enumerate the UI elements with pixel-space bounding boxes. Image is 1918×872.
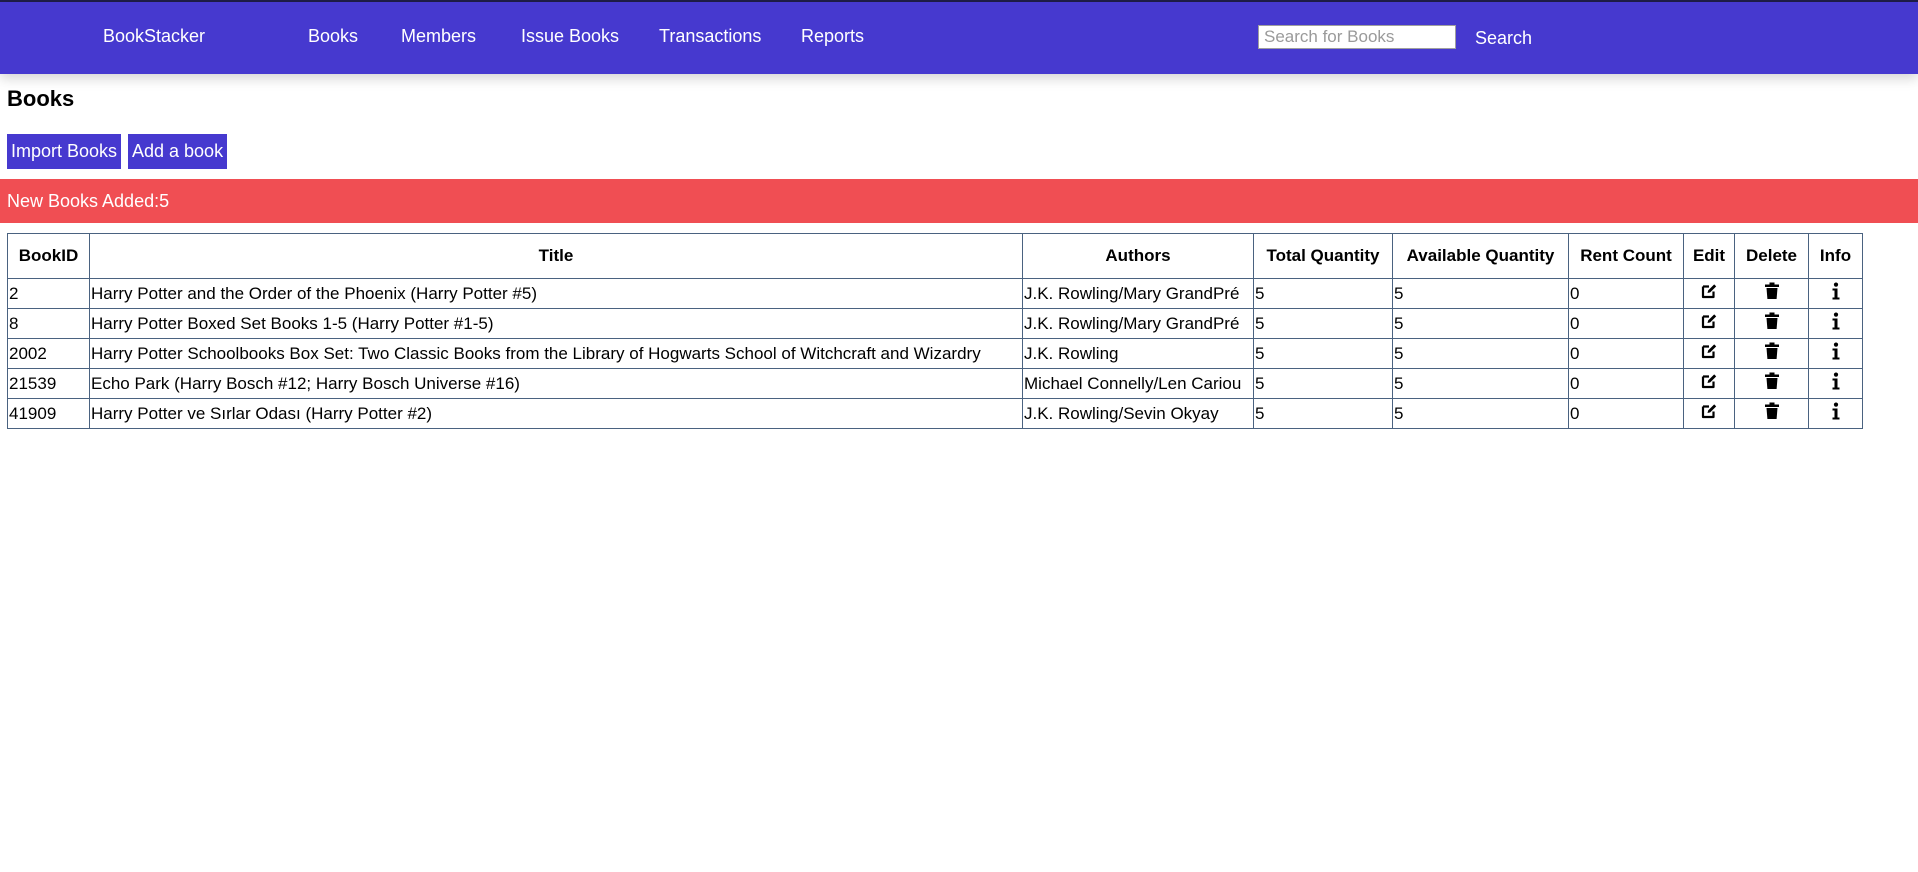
edit-icon[interactable] bbox=[1700, 312, 1718, 335]
trash-icon[interactable] bbox=[1764, 282, 1780, 305]
books-table: BookID Title Authors Total Quantity Avai… bbox=[7, 233, 1863, 429]
edit-cell[interactable] bbox=[1683, 278, 1735, 309]
header-delete: Delete bbox=[1734, 233, 1809, 279]
cell-rent-count: 0 bbox=[1568, 398, 1684, 429]
nav-link-issue-books[interactable]: Issue Books bbox=[521, 26, 619, 47]
cell-bookid: 8 bbox=[7, 308, 90, 339]
cell-title: Harry Potter ve Sırlar Odası (Harry Pott… bbox=[89, 398, 1023, 429]
cell-bookid: 21539 bbox=[7, 368, 90, 399]
delete-cell[interactable] bbox=[1734, 368, 1809, 399]
cell-available-quantity: 5 bbox=[1392, 308, 1569, 339]
info-cell[interactable] bbox=[1808, 278, 1863, 309]
navbar: BookStacker Books Members Issue Books Tr… bbox=[0, 2, 1918, 74]
header-bookid: BookID bbox=[7, 233, 90, 279]
cell-available-quantity: 5 bbox=[1392, 398, 1569, 429]
edit-icon[interactable] bbox=[1700, 282, 1718, 305]
edit-cell[interactable] bbox=[1683, 308, 1735, 339]
cell-authors: Michael Connelly/Len Cariou bbox=[1022, 368, 1254, 399]
info-cell[interactable] bbox=[1808, 308, 1863, 339]
nav-link-members[interactable]: Members bbox=[401, 26, 476, 47]
info-cell[interactable] bbox=[1808, 368, 1863, 399]
table-row: 21539 Echo Park (Harry Bosch #12; Harry B… bbox=[7, 368, 1863, 399]
nav-link-books[interactable]: Books bbox=[308, 26, 358, 47]
cell-total-quantity: 5 bbox=[1253, 338, 1393, 369]
edit-cell[interactable] bbox=[1683, 338, 1735, 369]
trash-icon[interactable] bbox=[1764, 402, 1780, 425]
edit-cell[interactable] bbox=[1683, 398, 1735, 429]
cell-title: Harry Potter Schoolbooks Box Set: Two Cl… bbox=[89, 338, 1023, 369]
cell-authors: J.K. Rowling/Sevin Okyay bbox=[1022, 398, 1254, 429]
cell-rent-count: 0 bbox=[1568, 308, 1684, 339]
header-edit: Edit bbox=[1683, 233, 1735, 279]
header-info: Info bbox=[1808, 233, 1863, 279]
cell-authors: J.K. Rowling/Mary GrandPré bbox=[1022, 278, 1254, 309]
cell-authors: J.K. Rowling/Mary GrandPré bbox=[1022, 308, 1254, 339]
header-total-quantity: Total Quantity bbox=[1253, 233, 1393, 279]
table-row: 2 Harry Potter and the Order of the Phoen… bbox=[7, 278, 1863, 309]
cell-rent-count: 0 bbox=[1568, 278, 1684, 309]
cell-bookid: 41909 bbox=[7, 398, 90, 429]
header-title: Title bbox=[89, 233, 1023, 279]
cell-rent-count: 0 bbox=[1568, 338, 1684, 369]
table-row: 41909 Harry Potter ve Sırlar Odası (Harry… bbox=[7, 398, 1863, 429]
table-body: 2 Harry Potter and the Order of the Phoen… bbox=[7, 278, 1863, 429]
table-row: 8 Harry Potter Boxed Set Books 1-5 (Harry… bbox=[7, 308, 1863, 339]
brand-logo[interactable]: BookStacker bbox=[103, 26, 205, 47]
import-books-button[interactable]: Import Books bbox=[7, 134, 122, 169]
info-cell[interactable] bbox=[1808, 338, 1863, 369]
trash-icon[interactable] bbox=[1764, 312, 1780, 335]
edit-icon[interactable] bbox=[1700, 342, 1718, 365]
cell-authors: J.K. Rowling bbox=[1022, 338, 1254, 369]
cell-rent-count: 0 bbox=[1568, 368, 1684, 399]
info-icon[interactable] bbox=[1831, 282, 1841, 305]
info-icon[interactable] bbox=[1831, 372, 1841, 395]
page-title: Books bbox=[7, 86, 75, 111]
delete-cell[interactable] bbox=[1734, 398, 1809, 429]
cell-available-quantity: 5 bbox=[1392, 338, 1569, 369]
edit-icon[interactable] bbox=[1700, 372, 1718, 395]
info-icon[interactable] bbox=[1831, 402, 1841, 425]
header-authors: Authors bbox=[1022, 233, 1254, 279]
cell-total-quantity: 5 bbox=[1253, 368, 1393, 399]
header-rent-count: Rent Count bbox=[1568, 233, 1684, 279]
cell-bookid: 2 bbox=[7, 278, 90, 309]
delete-cell[interactable] bbox=[1734, 278, 1809, 309]
delete-cell[interactable] bbox=[1734, 338, 1809, 369]
header-available-quantity: Available Quantity bbox=[1392, 233, 1569, 279]
search-button[interactable]: Search bbox=[1471, 24, 1536, 52]
info-cell[interactable] bbox=[1808, 398, 1863, 429]
delete-cell[interactable] bbox=[1734, 308, 1809, 339]
nav-link-reports[interactable]: Reports bbox=[801, 26, 864, 47]
cell-title: Echo Park (Harry Bosch #12; Harry Bosch … bbox=[89, 368, 1023, 399]
cell-total-quantity: 5 bbox=[1253, 398, 1393, 429]
cell-total-quantity: 5 bbox=[1253, 278, 1393, 309]
add-book-button[interactable]: Add a book bbox=[128, 134, 228, 169]
edit-cell[interactable] bbox=[1683, 368, 1735, 399]
info-icon[interactable] bbox=[1831, 312, 1841, 335]
cell-title: Harry Potter and the Order of the Phoeni… bbox=[89, 278, 1023, 309]
info-icon[interactable] bbox=[1831, 342, 1841, 365]
cell-available-quantity: 5 bbox=[1392, 278, 1569, 309]
cell-title: Harry Potter Boxed Set Books 1-5 (Harry … bbox=[89, 308, 1023, 339]
cell-total-quantity: 5 bbox=[1253, 308, 1393, 339]
search-input[interactable] bbox=[1258, 25, 1456, 49]
nav-link-transactions[interactable]: Transactions bbox=[659, 26, 761, 47]
alert-banner: New Books Added:5 bbox=[0, 179, 1918, 223]
trash-icon[interactable] bbox=[1764, 372, 1780, 395]
trash-icon[interactable] bbox=[1764, 342, 1780, 365]
edit-icon[interactable] bbox=[1700, 402, 1718, 425]
cell-available-quantity: 5 bbox=[1392, 368, 1569, 399]
cell-bookid: 2002 bbox=[7, 338, 90, 369]
table-row: 2002 Harry Potter Schoolbooks Box Set: Tw… bbox=[7, 338, 1863, 369]
table-header-row: BookID Title Authors Total Quantity Avai… bbox=[7, 233, 1863, 279]
